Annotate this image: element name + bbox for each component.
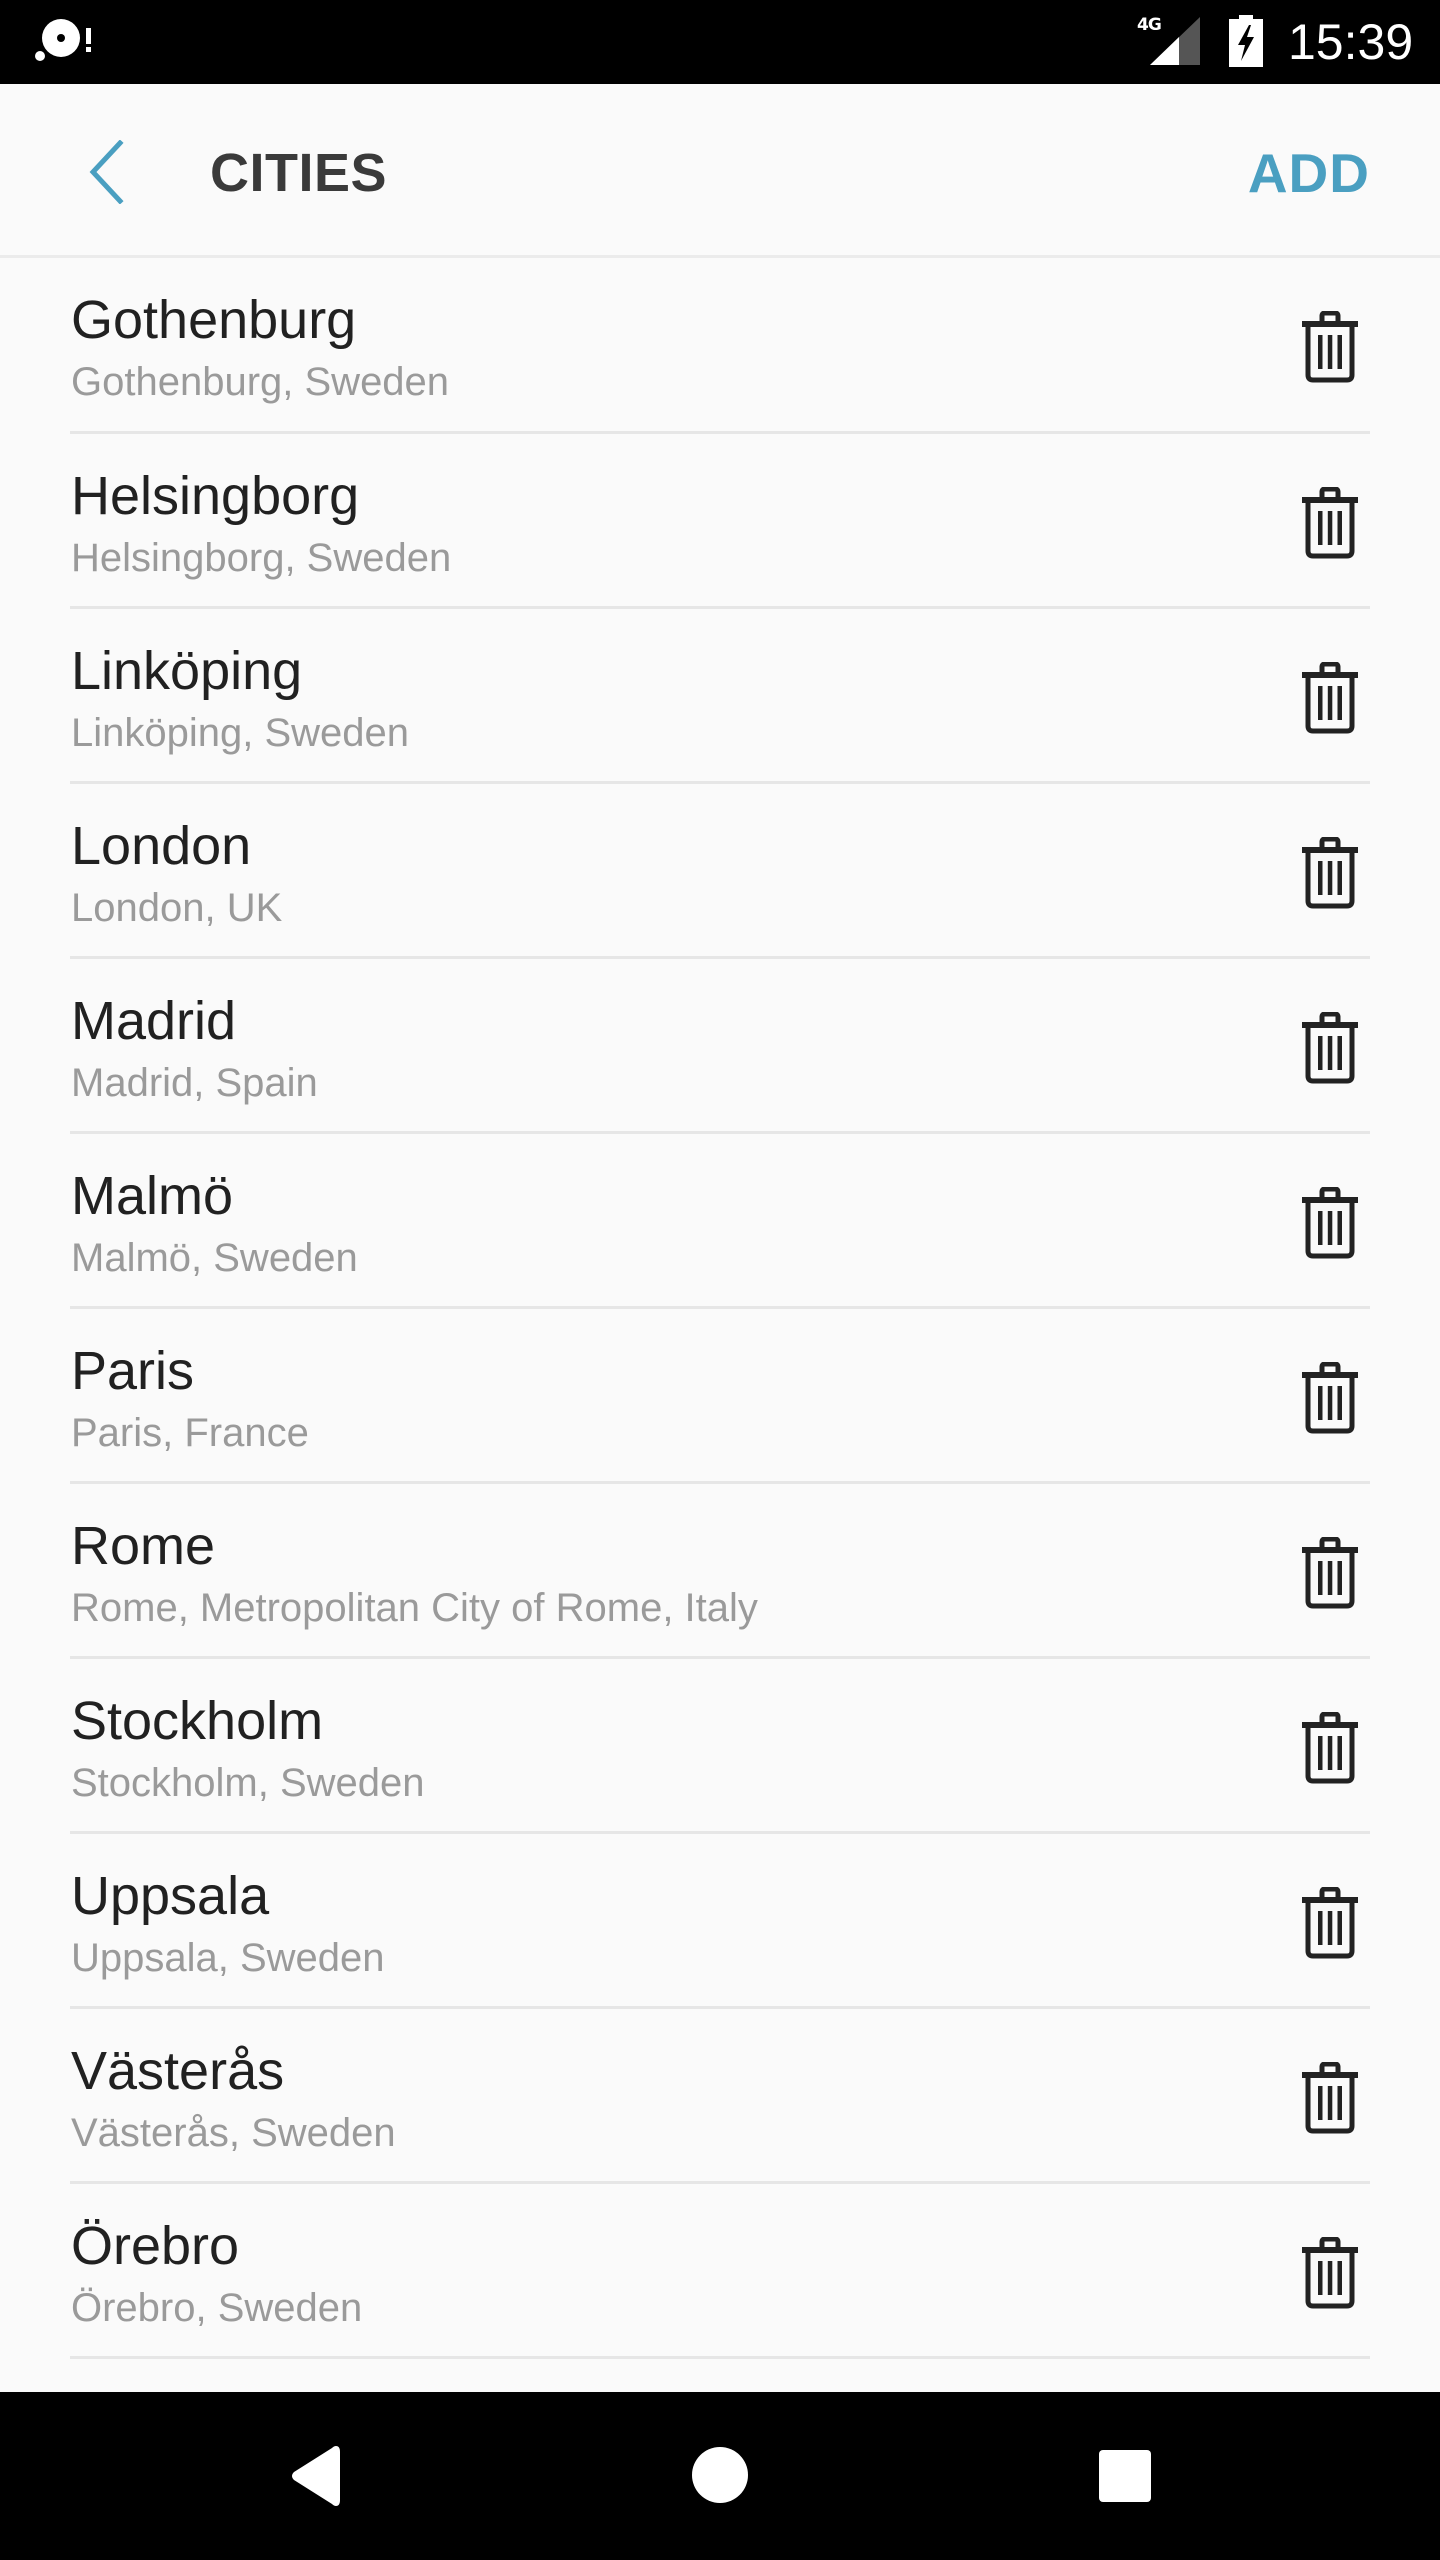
city-location-detail: Uppsala, Sweden bbox=[71, 1936, 385, 1980]
city-name: Helsingborg bbox=[71, 466, 360, 526]
city-name: Stockholm bbox=[71, 1691, 324, 1751]
city-location-detail: Linköping, Sweden bbox=[71, 711, 410, 755]
city-list-item[interactable]: Uppsala Uppsala, Sweden bbox=[70, 1834, 1370, 2009]
chevron-left-icon bbox=[89, 140, 124, 204]
status-clock: 15:39 bbox=[1288, 14, 1414, 70]
city-name: Malmö bbox=[71, 1166, 234, 1226]
city-list: Gothenburg Gothenburg, Sweden Helsingbor… bbox=[0, 258, 1440, 2359]
trash-icon bbox=[1302, 2237, 1358, 2309]
city-list-item[interactable]: Madrid Madrid, Spain bbox=[70, 959, 1370, 1134]
delete-city-button[interactable] bbox=[1290, 2053, 1370, 2143]
trash-icon bbox=[1302, 837, 1358, 909]
city-list-item[interactable]: Malmö Malmö, Sweden bbox=[70, 1134, 1370, 1309]
city-location-detail: Paris, France bbox=[71, 1411, 309, 1455]
delete-city-button[interactable] bbox=[1290, 828, 1370, 918]
nav-home-circle-icon[interactable] bbox=[690, 2445, 750, 2505]
cell-signal-icon bbox=[1150, 17, 1200, 65]
storage-alert-icon bbox=[35, 19, 91, 61]
delete-city-button[interactable] bbox=[1290, 1528, 1370, 1618]
city-location-detail: Rome, Metropolitan City of Rome, Italy bbox=[71, 1586, 758, 1630]
city-location-detail: Madrid, Spain bbox=[71, 1061, 318, 1105]
trash-icon bbox=[1302, 1712, 1358, 1784]
trash-icon bbox=[1302, 2062, 1358, 2134]
trash-icon bbox=[1302, 1537, 1358, 1609]
delete-city-button[interactable] bbox=[1290, 1703, 1370, 1793]
nav-recents-square-icon[interactable] bbox=[1096, 2447, 1154, 2505]
delete-city-button[interactable] bbox=[1290, 2228, 1370, 2318]
status-bar: 4G 15:39 bbox=[0, 0, 1440, 84]
delete-city-button[interactable] bbox=[1290, 653, 1370, 743]
city-list-item[interactable]: Linköping Linköping, Sweden bbox=[70, 609, 1370, 784]
delete-city-button[interactable] bbox=[1290, 1003, 1370, 1093]
city-name: Linköping bbox=[71, 641, 303, 701]
city-list-item[interactable]: Paris Paris, France bbox=[70, 1309, 1370, 1484]
city-location-detail: London, UK bbox=[71, 886, 283, 930]
trash-icon bbox=[1302, 1012, 1358, 1084]
delete-city-button[interactable] bbox=[1290, 1353, 1370, 1443]
city-name: Paris bbox=[71, 1341, 195, 1401]
city-name: Västerås bbox=[71, 2041, 285, 2101]
city-list-item[interactable]: Helsingborg Helsingborg, Sweden bbox=[70, 434, 1370, 609]
city-name: Uppsala bbox=[71, 1866, 270, 1926]
trash-icon bbox=[1302, 1362, 1358, 1434]
nav-back-triangle-icon[interactable] bbox=[284, 2442, 348, 2510]
trash-icon bbox=[1302, 662, 1358, 734]
city-list-item[interactable]: Västerås Västerås, Sweden bbox=[70, 2009, 1370, 2184]
trash-icon bbox=[1302, 1887, 1358, 1959]
system-navigation-bar bbox=[0, 2392, 1440, 2560]
city-name: Örebro bbox=[71, 2216, 240, 2276]
back-button[interactable] bbox=[72, 130, 142, 210]
city-name: Gothenburg bbox=[71, 290, 357, 350]
delete-city-button[interactable] bbox=[1290, 1878, 1370, 1968]
city-list-item[interactable]: London London, UK bbox=[70, 784, 1370, 959]
city-location-detail: Stockholm, Sweden bbox=[71, 1761, 425, 1805]
city-name: Rome bbox=[71, 1516, 216, 1576]
delete-city-button[interactable] bbox=[1290, 478, 1370, 568]
add-city-button[interactable]: ADD bbox=[1248, 143, 1370, 203]
city-list-item[interactable]: Gothenburg Gothenburg, Sweden bbox=[70, 258, 1370, 434]
city-location-detail: Västerås, Sweden bbox=[71, 2111, 396, 2155]
delete-city-button[interactable] bbox=[1290, 1178, 1370, 1268]
city-name: London bbox=[71, 816, 252, 876]
city-location-detail: Helsingborg, Sweden bbox=[71, 536, 452, 580]
city-location-detail: Gothenburg, Sweden bbox=[71, 360, 450, 404]
city-list-item[interactable]: Stockholm Stockholm, Sweden bbox=[70, 1659, 1370, 1834]
delete-city-button[interactable] bbox=[1290, 302, 1370, 392]
trash-icon bbox=[1302, 1187, 1358, 1259]
battery-charging-icon bbox=[1229, 15, 1263, 67]
app-header: CITIES ADD bbox=[0, 84, 1440, 258]
trash-icon bbox=[1302, 311, 1358, 383]
city-list-item[interactable]: Örebro Örebro, Sweden bbox=[70, 2184, 1370, 2359]
page-title: CITIES bbox=[210, 143, 388, 203]
city-location-detail: Örebro, Sweden bbox=[71, 2286, 363, 2330]
city-list-item[interactable]: Rome Rome, Metropolitan City of Rome, It… bbox=[70, 1484, 1370, 1659]
city-location-detail: Malmö, Sweden bbox=[71, 1236, 358, 1280]
city-name: Madrid bbox=[71, 991, 237, 1051]
trash-icon bbox=[1302, 487, 1358, 559]
